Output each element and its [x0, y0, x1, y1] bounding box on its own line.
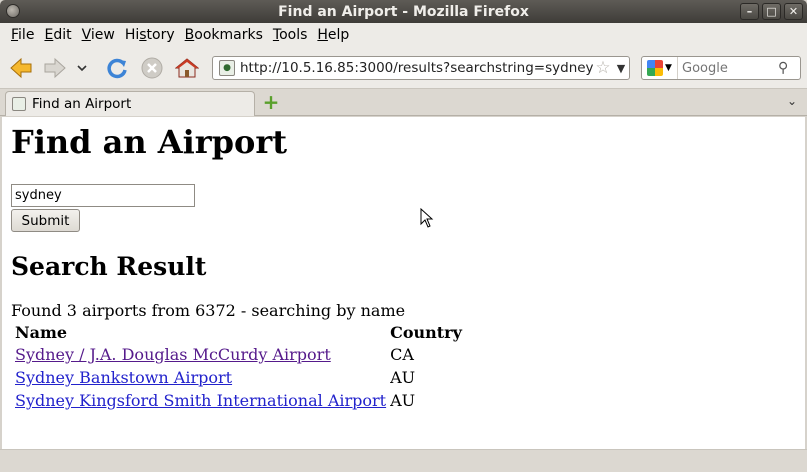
reload-button[interactable] [104, 55, 130, 81]
results-summary: Found 3 airports from 6372 - searching b… [11, 301, 406, 320]
menu-edit-mnemonic: E [44, 27, 54, 43]
menu-view[interactable]: View [77, 27, 120, 43]
close-icon[interactable]: ✕ [784, 3, 803, 20]
results-heading: Search Result [11, 252, 207, 281]
new-tab-plus-icon[interactable]: + [262, 92, 280, 112]
airport-search-input[interactable] [11, 184, 195, 207]
airport-name-cell: Sydney Kingsford Smith International Air… [14, 390, 387, 411]
menu-history-label: tory [146, 27, 175, 43]
country-cell: CA [390, 345, 414, 364]
menu-file-mnemonic: F [11, 27, 19, 43]
menu-edit[interactable]: Edit [39, 27, 76, 43]
menu-file[interactable]: File [6, 27, 39, 43]
history-dropdown-button[interactable] [74, 55, 90, 81]
window-controls: – □ ✕ [740, 3, 803, 20]
home-icon [175, 58, 199, 78]
results-table: Name Country Sydney / J.A. Douglas McCur… [12, 321, 465, 413]
airport-name-cell: Sydney Bankstown Airport [14, 367, 387, 388]
submit-button[interactable]: Submit [11, 209, 80, 232]
menu-history-pre: Hi [124, 27, 140, 43]
menu-tools[interactable]: Tools [268, 27, 313, 43]
bookmark-star-icon[interactable]: ☆ [593, 58, 613, 78]
menu-bookmarks-label: ookmarks [194, 27, 263, 43]
forward-arrow-icon [44, 57, 66, 79]
search-icon[interactable]: ⚲ [778, 60, 796, 76]
url-text[interactable]: http://10.5.16.85:3000/results?searchstr… [240, 60, 593, 76]
minimize-icon[interactable]: – [740, 3, 759, 20]
menu-history-mnemonic: s [139, 27, 147, 43]
back-arrow-icon [10, 57, 32, 79]
home-button[interactable] [174, 55, 200, 81]
airport-link[interactable]: Sydney Kingsford Smith International Air… [15, 391, 386, 410]
mouse-pointer-icon [420, 208, 434, 228]
airport-link[interactable]: Sydney / J.A. Douglas McCurdy Airport [15, 345, 331, 364]
site-identity-icon[interactable]: ● [219, 60, 235, 76]
menu-file-label: ile [18, 27, 35, 43]
table-row: Sydney / J.A. Douglas McCurdy Airport CA [14, 344, 463, 365]
menu-view-mnemonic: V [81, 27, 91, 43]
search-input[interactable] [682, 60, 778, 76]
search-engine-selector[interactable]: ▼ [642, 57, 678, 79]
stop-button[interactable] [139, 55, 165, 81]
stop-icon [141, 57, 163, 79]
tab-favicon-icon [12, 97, 26, 111]
search-bar[interactable]: ▼ ⚲ [641, 56, 801, 80]
menu-help-mnemonic: H [317, 27, 328, 43]
tab-list-chevron-icon[interactable]: ⌄ [787, 94, 797, 108]
menu-edit-label: dit [53, 27, 72, 43]
reload-icon [107, 58, 127, 79]
column-header-name: Name [15, 323, 68, 342]
tab-label: Find an Airport [32, 96, 132, 112]
menu-bookmarks[interactable]: Bookmarks [180, 27, 268, 43]
url-dropdown-icon[interactable]: ▼ [613, 62, 629, 75]
menu-bar: File Edit View History Bookmarks Tools H… [0, 23, 807, 47]
menu-help-label: elp [327, 27, 350, 43]
window-menu-icon[interactable] [6, 4, 20, 18]
menu-view-label: iew [90, 27, 115, 43]
tab-find-an-airport[interactable]: Find an Airport [5, 91, 255, 116]
country-cell: AU [390, 368, 416, 387]
maximize-icon[interactable]: □ [762, 3, 781, 20]
country-cell: AU [390, 391, 416, 410]
status-bar [0, 449, 807, 472]
engine-dropdown-icon: ▼ [665, 63, 672, 73]
airport-link[interactable]: Sydney Bankstown Airport [15, 368, 232, 387]
airport-name-cell: Sydney / J.A. Douglas McCurdy Airport [14, 344, 387, 365]
back-button[interactable] [8, 55, 34, 81]
page-content: Find an Airport Submit Search Result Fou… [2, 117, 805, 449]
table-row: Sydney Kingsford Smith International Air… [14, 390, 463, 411]
menu-history[interactable]: History [120, 27, 180, 43]
menu-bookmarks-mnemonic: B [184, 27, 195, 43]
url-bar[interactable]: ● http://10.5.16.85:3000/results?searchs… [212, 56, 630, 80]
forward-button[interactable] [42, 55, 68, 81]
navigation-toolbar: ● http://10.5.16.85:3000/results?searchs… [0, 47, 807, 89]
tab-bar: Find an Airport + ⌄ [0, 89, 807, 116]
table-row: Sydney Bankstown Airport AU [14, 367, 463, 388]
menu-tools-label: ools [279, 27, 308, 43]
chevron-down-icon [77, 65, 87, 72]
column-header-country: Country [390, 323, 462, 342]
menu-help[interactable]: Help [312, 27, 354, 43]
google-icon [647, 60, 664, 76]
window-titlebar: Find an Airport - Mozilla Firefox – □ ✕ [0, 0, 807, 23]
window-title: Find an Airport - Mozilla Firefox [278, 3, 529, 20]
page-title: Find an Airport [11, 123, 287, 161]
table-header-row: Name Country [14, 323, 463, 342]
